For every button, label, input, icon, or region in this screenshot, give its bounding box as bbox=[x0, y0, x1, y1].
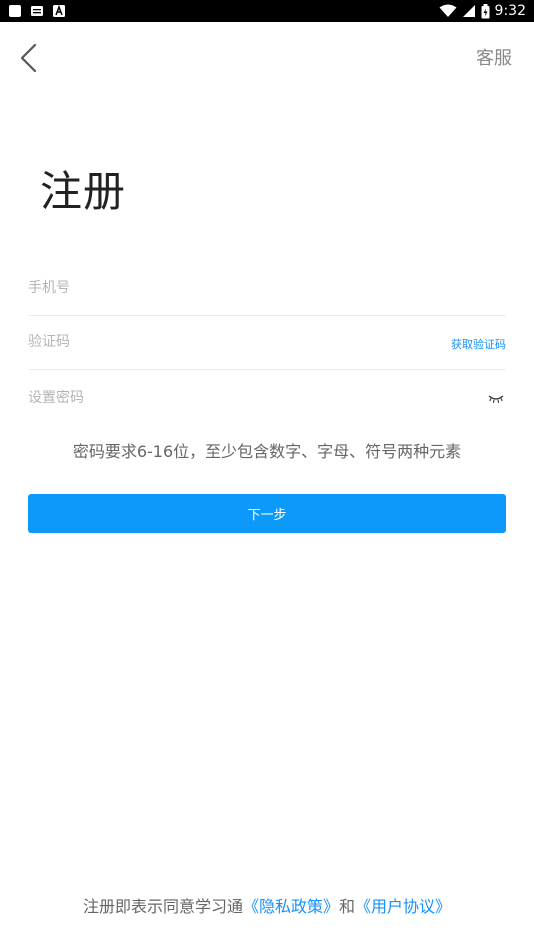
password-hint: 密码要求6-16位，至少包含数字、字母、符号两种元素 bbox=[72, 442, 462, 461]
customer-service-button[interactable]: 客服 bbox=[476, 44, 512, 70]
nav-bar: 客服 bbox=[0, 22, 534, 92]
verification-code-input[interactable] bbox=[28, 322, 408, 362]
agreement-and: 和 bbox=[339, 897, 356, 916]
status-bar: 9:32 bbox=[0, 0, 534, 22]
eye-closed-icon[interactable] bbox=[488, 392, 504, 404]
agreement-text: 注册即表示同意学习通《隐私政策》和《用户协议》 bbox=[0, 893, 534, 917]
agreement-prefix: 注册即表示同意学习通 bbox=[82, 897, 243, 916]
get-code-button[interactable]: 获取验证码 bbox=[451, 336, 506, 352]
code-field-row: 获取验证码 bbox=[28, 322, 506, 370]
privacy-policy-link[interactable]: 《隐私政策》 bbox=[243, 897, 339, 916]
message-icon bbox=[31, 6, 43, 16]
phone-field-row bbox=[28, 268, 506, 316]
wifi-icon bbox=[439, 4, 457, 17]
status-time: 9:32 bbox=[494, 3, 526, 19]
square-icon bbox=[9, 5, 21, 17]
signal-icon bbox=[462, 5, 475, 17]
chevron-left-icon[interactable] bbox=[14, 42, 44, 74]
battery-icon bbox=[481, 3, 490, 18]
a-icon bbox=[53, 4, 65, 17]
page-title: 注册 bbox=[40, 167, 127, 216]
password-field-row bbox=[28, 378, 506, 426]
user-agreement-link[interactable]: 《用户协议》 bbox=[355, 897, 451, 916]
phone-input[interactable] bbox=[28, 268, 408, 308]
password-input[interactable] bbox=[28, 378, 408, 418]
next-step-button[interactable]: 下一步 bbox=[28, 494, 506, 533]
